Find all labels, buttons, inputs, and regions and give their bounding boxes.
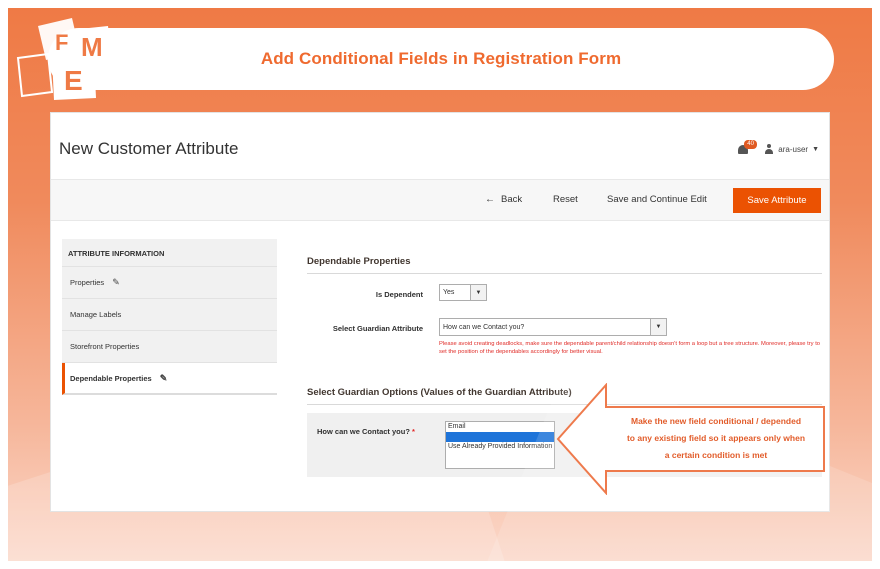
user-menu[interactable]: ara-user ▼ xyxy=(764,144,819,154)
option-email[interactable]: Email xyxy=(446,422,554,432)
title-banner: Add Conditional Fields in Registration F… xyxy=(48,28,834,90)
is-dependent-value: Yes xyxy=(443,289,455,296)
sidebar-item-label: Dependable Properties xyxy=(70,373,152,383)
sidebar-item-label: Properties xyxy=(70,278,105,287)
callout-line: a certain condition is met xyxy=(664,450,768,460)
sidebar-item-properties[interactable]: Properties ✎ xyxy=(62,267,277,299)
page-title: New Customer Attribute xyxy=(59,139,239,158)
back-button[interactable]: ← Back xyxy=(485,194,522,205)
is-dependent-label: Is Dependent xyxy=(375,290,423,299)
caret-down-icon: ▼ xyxy=(812,145,819,153)
sidebar-header: ATTRIBUTE INFORMATION xyxy=(62,239,277,267)
logo-letter-f: F xyxy=(55,30,68,55)
guardian-attribute-label: Select Guardian Attribute xyxy=(332,324,423,333)
notifications[interactable]: 40 xyxy=(738,140,757,155)
sidebar-item-manage-labels[interactable]: Manage Labels xyxy=(62,299,277,331)
action-bar: ← Back Reset Save and Continue Edit Save … xyxy=(51,179,829,221)
option-use-already-provided[interactable]: Use Already Provided Information xyxy=(446,442,554,452)
guardian-options-multiselect[interactable]: Email Phone Use Already Provided Informa… xyxy=(445,421,555,469)
callout-line: to any existing field so it appears only… xyxy=(626,433,806,443)
guardian-attribute-value: How can we Contact you? xyxy=(443,323,525,331)
background-frame: F M E Add Conditional Fields in Registra… xyxy=(8,8,872,561)
pencil-icon: ✎ xyxy=(112,277,120,287)
fme-logo: F M E xyxy=(16,18,112,100)
banner-title: Add Conditional Fields in Registration F… xyxy=(260,49,622,68)
back-label: Back xyxy=(501,194,523,205)
user-area: 40 ara-user ▼ xyxy=(738,140,819,155)
deadlock-note: Please avoid creating deadlocks, make su… xyxy=(439,341,821,355)
is-dependent-select[interactable]: Yes ▼ xyxy=(439,284,487,301)
option-phone[interactable]: Phone xyxy=(446,432,554,442)
guardian-options-title: Select Guardian Options (Values of the G… xyxy=(307,387,572,398)
sidebar-item-dependable-properties[interactable]: Dependable Properties ✎ xyxy=(62,363,277,395)
sidebar-item-storefront-properties[interactable]: Storefront Properties xyxy=(62,331,277,363)
callout-arrow: Make the new field conditional / depende… xyxy=(554,382,830,496)
callout-text: Make the new field conditional / depende… xyxy=(618,413,814,464)
sidebar-item-label: Manage Labels xyxy=(70,310,122,319)
notification-count: 40 xyxy=(744,140,757,149)
dropdown-arrow-icon: ▼ xyxy=(650,319,666,335)
save-attribute-button[interactable]: Save Attribute xyxy=(733,188,821,213)
pencil-icon: ✎ xyxy=(159,372,168,383)
logo-letter-m: M xyxy=(81,32,103,62)
required-mark: * xyxy=(411,427,415,436)
user-icon xyxy=(764,144,774,154)
divider xyxy=(307,273,822,274)
dependable-section-title: Dependable Properties xyxy=(307,256,411,267)
logo-letter-e: E xyxy=(64,65,83,96)
dropdown-arrow-icon: ▼ xyxy=(470,285,486,300)
save-continue-button[interactable]: Save and Continue Edit xyxy=(607,194,707,205)
callout-line: Make the new field conditional / depende… xyxy=(630,416,802,426)
sidebar: ATTRIBUTE INFORMATION Properties ✎ Manag… xyxy=(62,239,277,395)
username: ara-user xyxy=(778,144,809,154)
guardian-attribute-select[interactable]: How can we Contact you? ▼ xyxy=(439,318,667,336)
contact-field-label-text: How can we Contact you? xyxy=(317,427,410,436)
reset-button[interactable]: Reset xyxy=(553,194,578,205)
sidebar-item-label: Storefront Properties xyxy=(70,342,140,351)
contact-field-label: How can we Contact you? * xyxy=(317,427,415,436)
arrow-left-icon: ← xyxy=(485,194,495,205)
